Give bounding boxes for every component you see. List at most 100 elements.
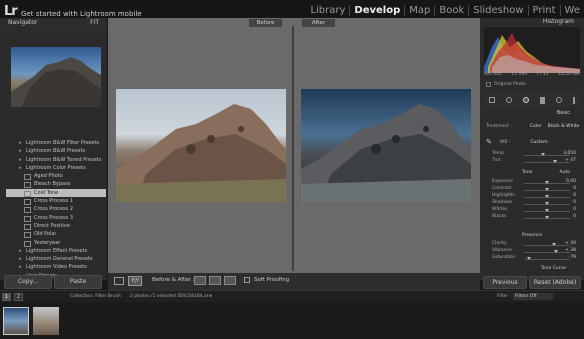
vibrance-value[interactable]: + 38 [565,248,576,253]
preset-folder[interactable]: Lightroom Effect Presets [6,247,106,256]
highlights-slider-knob[interactable] [545,195,549,198]
tone-curve-header[interactable]: Tone Curve [484,266,580,273]
navigator-preview[interactable] [11,47,101,107]
loupe-view-icon[interactable] [114,277,124,285]
adjustment-brush-icon[interactable] [572,96,575,104]
page-2-button[interactable]: 2 [14,293,23,301]
clarity-slider-track[interactable] [524,245,570,246]
before-after-view-icon[interactable]: Y|Y [128,276,142,286]
preset-item[interactable]: Cross Process 1 [6,197,106,206]
tint-slider-track[interactable] [524,162,570,163]
preset-item[interactable]: Aged Photo [6,172,106,181]
treatment-bw[interactable]: Black & White [548,124,580,129]
graduated-filter-icon[interactable] [539,96,545,104]
preset-item[interactable]: Bleach Bypass [6,180,106,189]
module-print[interactable]: Print [527,5,560,16]
paste-button[interactable]: Paste [54,275,102,289]
histogram-graph [484,33,580,73]
saturation-slider-knob[interactable] [526,257,531,260]
preset-item[interactable]: Cross Process 2 [6,205,106,214]
saturation-slider-row: Saturation - 79 [484,255,580,262]
wb-row: ✎ WB : Custom [486,138,578,146]
contrast-slider-knob[interactable] [545,188,549,191]
module-map[interactable]: Map [404,5,434,16]
module-book[interactable]: Book [434,5,468,16]
module-library[interactable]: Library [306,5,349,16]
copy-button[interactable]: Copy... [4,275,52,289]
collection-label[interactable]: Collection: Filter Brush [70,294,121,299]
module-web[interactable]: We [559,5,584,16]
thumbnail-1[interactable] [3,307,29,335]
before-photo[interactable] [116,89,286,202]
reset-button[interactable]: Reset (Adobe) [529,276,581,289]
presets-list: Lightroom B&W Filter PresetsLightroom B&… [6,139,106,280]
preset-item[interactable]: Cross Process 3 [6,214,106,222]
sliders-tone: Exposure 0.00 Contrast 0 Highlights 0 Shadows 0… [484,179,580,221]
right-buttons: Previous Reset (Adobe) [483,276,581,289]
after-photo[interactable] [301,89,471,202]
previous-button[interactable]: Previous [483,276,527,289]
thumbnail-2[interactable] [33,307,59,335]
histogram[interactable] [484,27,580,73]
vibrance-slider-knob[interactable] [553,250,558,253]
contrast-label: Contrast [492,186,512,191]
preset-item[interactable]: Cold Tone [6,188,106,198]
exposure-value[interactable]: 0.00 [566,179,576,184]
swap-icon[interactable] [224,276,236,285]
preset-item[interactable]: Direct Positive [6,222,106,231]
treatment-color[interactable]: Color [530,124,542,129]
contrast-value[interactable]: 0 [573,186,576,191]
saturation-value[interactable]: - 79 [567,255,576,260]
shadows-value[interactable]: 0 [573,200,576,205]
vibrance-slider-row: Vibrance + 38 [484,248,580,255]
whites-value[interactable]: 0 [573,207,576,212]
copy-before-to-after-icon[interactable] [194,276,206,285]
eyedropper-icon[interactable]: ✎ [486,138,492,146]
clarity-slider-knob[interactable] [551,243,556,246]
saturation-slider-track[interactable] [524,259,570,260]
whites-slider-knob[interactable] [545,209,549,212]
tint-value[interactable]: + 47 [565,158,576,163]
preset-folder[interactable]: Lightroom Color Presets [6,164,106,173]
preset-folder[interactable]: Lightroom Video Presets [6,263,106,272]
module-slideshow[interactable]: Slideshow [468,5,527,16]
wb-label: WB : [499,139,511,145]
tint-slider-knob[interactable] [553,160,558,163]
promo-text[interactable]: Get started with Lightroom mobile [21,10,142,18]
page-1-button[interactable]: 1 [2,293,11,301]
basic-title: Basic [556,110,570,116]
preset-folder[interactable]: Lightroom General Presets [6,255,106,264]
preset-folder[interactable]: Lightroom B&W Toned Presets [6,156,106,165]
blacks-value[interactable]: 0 [573,214,576,219]
preset-folder[interactable]: Lightroom B&W Filter Presets [6,139,106,148]
radial-filter-icon[interactable] [555,97,562,103]
tone-auto[interactable]: Auto [560,170,570,175]
navigator-zoom[interactable]: FIT [90,18,99,27]
basic-header[interactable]: Basic [484,110,580,118]
preset-item[interactable]: Yesteryear [6,239,106,247]
module-develop[interactable]: Develop [349,5,404,16]
module-picker: Library Develop Map Book Slideshow Print… [306,5,584,16]
clarity-value[interactable]: + 30 [565,241,576,246]
filter-select[interactable]: Filters Off [513,293,553,300]
temp-value[interactable]: 3,650 [563,151,576,156]
shadows-slider-knob[interactable] [545,202,549,205]
tone-row: Tone Auto [484,170,580,177]
exposure-label: Exposure [492,179,513,184]
navigator-header[interactable]: Navigator FIT [0,18,107,27]
preset-item[interactable]: Old Polar [6,230,106,239]
selection-info: 2 photos /1 selected /DSC04184.arw [130,294,213,299]
temp-slider-knob[interactable] [541,153,546,156]
original-photo-checkbox[interactable] [486,82,491,87]
wb-select[interactable]: Custom [530,140,547,145]
vibrance-slider-track[interactable] [524,252,570,253]
preset-folder[interactable]: Lightroom B&W Presets [6,147,106,156]
blacks-slider-knob[interactable] [545,216,549,219]
soft-proofing-checkbox[interactable] [244,277,250,283]
crop-tool-icon[interactable] [489,97,496,103]
spot-removal-icon[interactable] [506,97,513,103]
copy-after-to-before-icon[interactable] [209,276,221,285]
highlights-value[interactable]: 0 [573,193,576,198]
exposure-slider-knob[interactable] [545,181,549,184]
red-eye-icon[interactable] [523,97,530,103]
